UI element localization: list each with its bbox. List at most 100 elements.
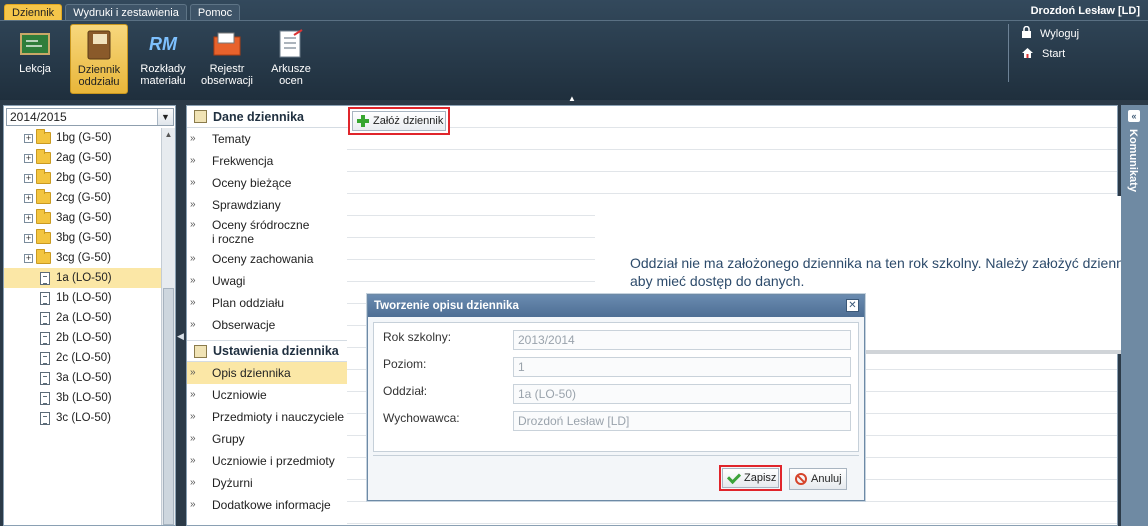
journal-icon bbox=[84, 30, 114, 60]
document-icon bbox=[40, 331, 50, 345]
tree-folder[interactable]: +1bg (G-50) bbox=[4, 128, 161, 148]
chevron-down-icon[interactable]: ▼ bbox=[157, 109, 173, 125]
document-icon bbox=[40, 311, 50, 325]
chevron-right-double-icon: » bbox=[190, 411, 196, 422]
collapse-left-icon[interactable]: ◀ bbox=[177, 331, 184, 342]
settings-icon bbox=[194, 344, 207, 358]
expand-icon[interactable]: + bbox=[24, 253, 33, 263]
document-icon bbox=[40, 371, 50, 385]
start-link[interactable]: Start bbox=[1021, 44, 1079, 64]
folder-icon bbox=[36, 189, 51, 204]
ribbon-divider bbox=[0, 20, 1148, 21]
nav-item[interactable]: » Oceny zachowania bbox=[187, 248, 347, 270]
folder-icon bbox=[36, 209, 51, 224]
nav-item[interactable]: » Frekwencja bbox=[187, 150, 347, 172]
nav-item-label: Frekwencja bbox=[212, 154, 274, 168]
nav-item[interactable]: » Oceny bieżące bbox=[187, 172, 347, 194]
folder-icon bbox=[36, 249, 51, 264]
logout-link[interactable]: Wyloguj bbox=[1021, 24, 1079, 44]
nav-item[interactable]: » Grupy bbox=[187, 428, 347, 450]
panel-splitter[interactable]: ◀ bbox=[176, 105, 186, 526]
tree-folder[interactable]: +2ag (G-50) bbox=[4, 148, 161, 168]
lock-icon bbox=[1021, 25, 1032, 42]
ribbon-button-lekcja[interactable]: Lekcja bbox=[6, 24, 64, 94]
ribbon-label: Lekcja bbox=[19, 63, 51, 75]
tree-label: 3cg (G-50) bbox=[56, 252, 111, 264]
tree-class[interactable]: 2c (LO-50) bbox=[4, 348, 161, 368]
scroll-thumb[interactable] bbox=[163, 288, 174, 525]
create-journal-button[interactable]: Załóż dziennik bbox=[352, 111, 446, 131]
tree-class[interactable]: 3c (LO-50) bbox=[4, 408, 161, 428]
folder-icon bbox=[36, 129, 51, 144]
tree-class[interactable]: 2a (LO-50) bbox=[4, 308, 161, 328]
tree-class[interactable]: 3b (LO-50) bbox=[4, 388, 161, 408]
expand-icon[interactable]: + bbox=[24, 213, 33, 223]
ribbon-button-dziennik-oddzialu[interactable]: Dziennik oddziału bbox=[70, 24, 128, 94]
ribbon-button-arkusze[interactable]: Arkusze ocen bbox=[262, 24, 320, 94]
nav-item[interactable]: » Obserwacje bbox=[187, 314, 347, 336]
chevron-right-double-icon: » bbox=[190, 367, 196, 378]
messages-rail[interactable]: « Komunikaty bbox=[1121, 105, 1148, 526]
tree-folder[interactable]: +2bg (G-50) bbox=[4, 168, 161, 188]
tree-class[interactable]: 3a (LO-50) bbox=[4, 368, 161, 388]
class-tree: +1bg (G-50) +2ag (G-50) +2bg (G-50) +2cg (G… bbox=[4, 128, 161, 428]
document-icon bbox=[40, 351, 50, 365]
tree-class[interactable]: 1a (LO-50) bbox=[4, 268, 161, 288]
nav-item[interactable]: » Oceny śródroczne i roczne bbox=[187, 216, 347, 248]
scroll-up-icon[interactable]: ▲ bbox=[162, 128, 175, 142]
nav-item[interactable]: » Dyżurni bbox=[187, 472, 347, 494]
tree-label: 3c (LO-50) bbox=[56, 412, 111, 424]
tree-scrollbar[interactable]: ▲ bbox=[161, 128, 175, 525]
collapse-ribbon-icon[interactable]: ▲ bbox=[568, 95, 580, 103]
tree-folder[interactable]: +3bg (G-50) bbox=[4, 228, 161, 248]
tutor-field: Drozdoń Lesław [LD] bbox=[513, 411, 851, 431]
cancel-button[interactable]: Anuluj bbox=[789, 468, 847, 490]
tab-pomoc[interactable]: Pomoc bbox=[189, 4, 241, 20]
home-icon bbox=[1021, 47, 1034, 62]
tab-wydruki[interactable]: Wydruki i zestawienia bbox=[65, 4, 187, 20]
expand-icon[interactable]: + bbox=[24, 173, 33, 183]
rm-icon: RM bbox=[149, 34, 177, 54]
expand-icon[interactable]: + bbox=[24, 193, 33, 203]
chevron-right-double-icon: » bbox=[190, 133, 196, 144]
chevron-right-double-icon: » bbox=[190, 199, 196, 210]
nav-item[interactable]: » Tematy bbox=[187, 128, 347, 150]
ribbon-button-rejestr[interactable]: Rejestr obserwacji bbox=[198, 24, 256, 94]
ribbon-button-rozklady[interactable]: RM Rozkłady materiału bbox=[134, 24, 192, 94]
close-icon[interactable]: ✕ bbox=[846, 299, 859, 312]
expand-icon[interactable]: + bbox=[24, 233, 33, 243]
tree-folder[interactable]: +3cg (G-50) bbox=[4, 248, 161, 268]
chevron-right-double-icon: » bbox=[190, 253, 196, 264]
tree-folder[interactable]: +2cg (G-50) bbox=[4, 188, 161, 208]
chevron-right-double-icon: » bbox=[190, 155, 196, 166]
tree-folder[interactable]: +3ag (G-50) bbox=[4, 208, 161, 228]
tree-label: 1a (LO-50) bbox=[56, 272, 112, 284]
tab-dziennik[interactable]: Dziennik bbox=[4, 4, 63, 20]
folder-icon bbox=[36, 229, 51, 244]
ribbon-label: Dziennik oddziału bbox=[77, 64, 121, 88]
tree-class[interactable]: 2b (LO-50) bbox=[4, 328, 161, 348]
tree-class[interactable]: 1b (LO-50) bbox=[4, 288, 161, 308]
nav-item[interactable]: » Uczniowie bbox=[187, 384, 347, 406]
nav-item[interactable]: » Sprawdziany bbox=[187, 194, 347, 216]
chevron-left-double-icon[interactable]: « bbox=[1128, 110, 1140, 122]
journal-data-icon bbox=[194, 110, 207, 123]
nav-item[interactable]: » Plan oddziału bbox=[187, 292, 347, 314]
chevron-right-double-icon: » bbox=[190, 499, 196, 510]
nav-item[interactable]: » Przedmioty i nauczyciele bbox=[187, 406, 347, 428]
nav-item[interactable]: » Uczniowie i przedmioty bbox=[187, 450, 347, 472]
nav-item[interactable]: » Dodatkowe informacje bbox=[187, 494, 347, 516]
expand-icon[interactable]: + bbox=[24, 153, 33, 163]
school-year-select[interactable]: 2014/2015 ▼ bbox=[6, 108, 174, 126]
plus-icon bbox=[357, 115, 369, 127]
side-links: Wyloguj Start bbox=[1008, 24, 1079, 82]
field-label-poziom: Poziom: bbox=[383, 357, 427, 371]
school-year-field: 2013/2014 bbox=[513, 330, 851, 350]
expand-icon[interactable]: + bbox=[24, 133, 33, 143]
create-journal-button-highlight: Załóż dziennik bbox=[348, 107, 450, 135]
nav-item[interactable]: » Uwagi bbox=[187, 270, 347, 292]
ribbon-label: Arkusze ocen bbox=[271, 63, 311, 87]
save-button[interactable]: Zapisz bbox=[722, 468, 779, 488]
nav-item[interactable]: » Opis dziennika bbox=[187, 362, 347, 384]
folder-icon bbox=[36, 169, 51, 184]
